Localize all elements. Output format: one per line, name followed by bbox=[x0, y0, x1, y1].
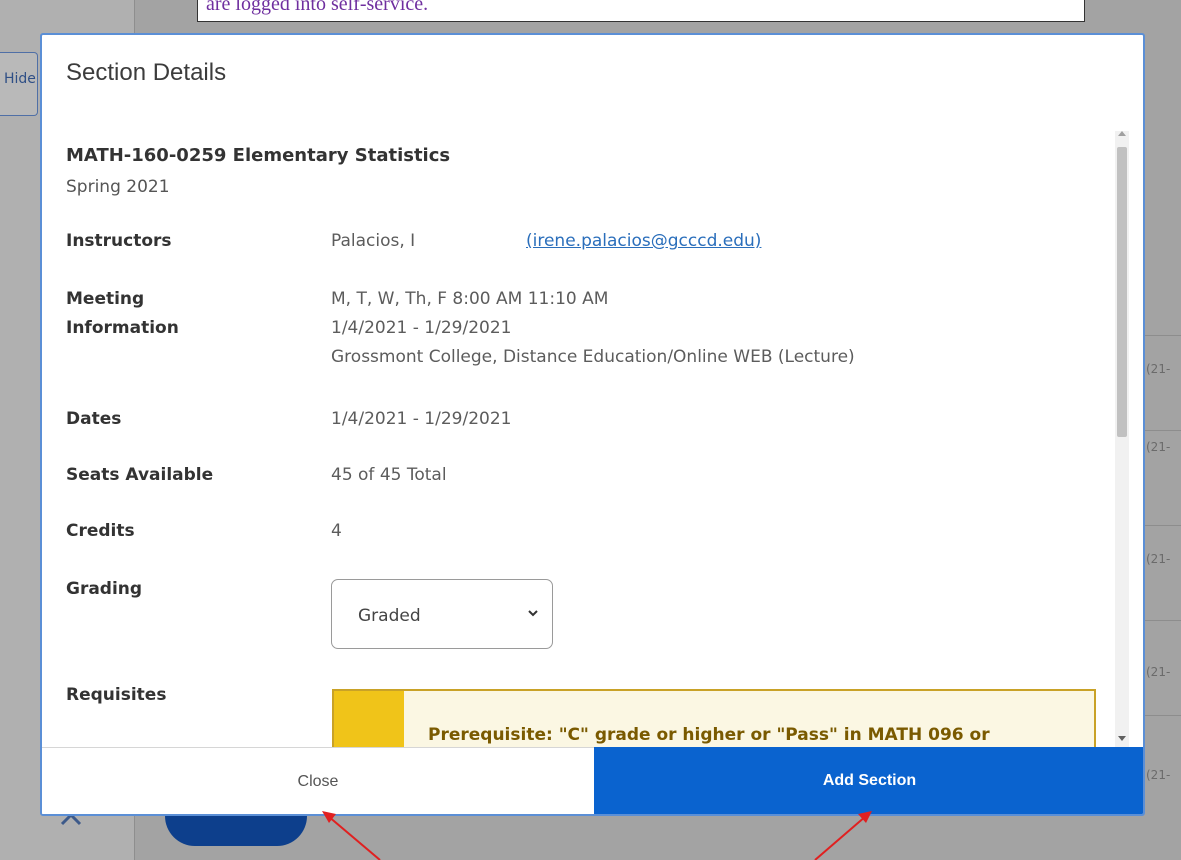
annotation-note: are logged into self-service. bbox=[197, 0, 1085, 22]
hide-button[interactable]: Hide bbox=[0, 52, 38, 116]
grading-select[interactable]: Graded bbox=[331, 579, 553, 649]
instructors-label: Instructors bbox=[66, 231, 172, 251]
add-section-button[interactable]: Add Section bbox=[594, 747, 1143, 814]
chevron-down-icon bbox=[528, 610, 538, 617]
dates-value: 1/4/2021 - 1/29/2021 bbox=[331, 409, 512, 429]
scrollbar-thumb[interactable] bbox=[1117, 147, 1127, 437]
meeting-location: Grossmont College, Distance Education/On… bbox=[331, 347, 855, 367]
section-details-dialog: Section Details MATH-160-0259 Elementary… bbox=[40, 33, 1145, 816]
background-row-date: (21- bbox=[1146, 362, 1171, 376]
credits-label: Credits bbox=[66, 521, 135, 541]
grading-selected-value: Graded bbox=[358, 606, 421, 626]
meeting-days: M, T, W, Th, F 8:00 AM 11:10 AM bbox=[331, 289, 609, 309]
background-blue-button[interactable] bbox=[165, 812, 307, 846]
instructor-name: Palacios, I bbox=[331, 231, 416, 251]
term: Spring 2021 bbox=[66, 177, 170, 197]
scroll-down-arrow-icon[interactable] bbox=[1118, 736, 1126, 741]
grading-label: Grading bbox=[66, 579, 143, 599]
background-row-date: (21- bbox=[1146, 440, 1171, 454]
background-row-date: (21- bbox=[1146, 768, 1171, 782]
course-title: MATH-160-0259 Elementary Statistics bbox=[66, 145, 451, 166]
dialog-title: Section Details bbox=[66, 59, 227, 86]
meeting-information-label-line1: Meeting bbox=[66, 289, 145, 309]
background-row-date: (21- bbox=[1146, 552, 1171, 566]
dates-label: Dates bbox=[66, 409, 122, 429]
requisite-notice: Prerequisite: "C" grade or higher or "Pa… bbox=[332, 689, 1096, 747]
seats-available-value: 45 of 45 Total bbox=[331, 465, 447, 485]
scroll-up-arrow-icon[interactable] bbox=[1118, 131, 1126, 136]
dialog-footer: Close Add Section bbox=[42, 747, 1143, 814]
meeting-information-label-line2: Information bbox=[66, 318, 179, 338]
dialog-content: MATH-160-0259 Elementary Statistics Spri… bbox=[42, 131, 1143, 747]
instructor-email-link[interactable]: (irene.palacios@gcccd.edu) bbox=[526, 227, 761, 255]
meeting-dates: 1/4/2021 - 1/29/2021 bbox=[331, 318, 512, 338]
requisite-warning-bar bbox=[334, 691, 404, 747]
dialog-scrollbar[interactable] bbox=[1115, 131, 1129, 747]
close-button[interactable]: Close bbox=[42, 747, 594, 814]
requisite-text: Prerequisite: "C" grade or higher or "Pa… bbox=[428, 725, 990, 745]
requisites-label: Requisites bbox=[66, 685, 167, 705]
annotation-note-text: are logged into self-service. bbox=[206, 0, 429, 15]
credits-value: 4 bbox=[331, 521, 342, 541]
background-row-date: (21- bbox=[1146, 665, 1171, 679]
seats-available-label: Seats Available bbox=[66, 465, 214, 485]
